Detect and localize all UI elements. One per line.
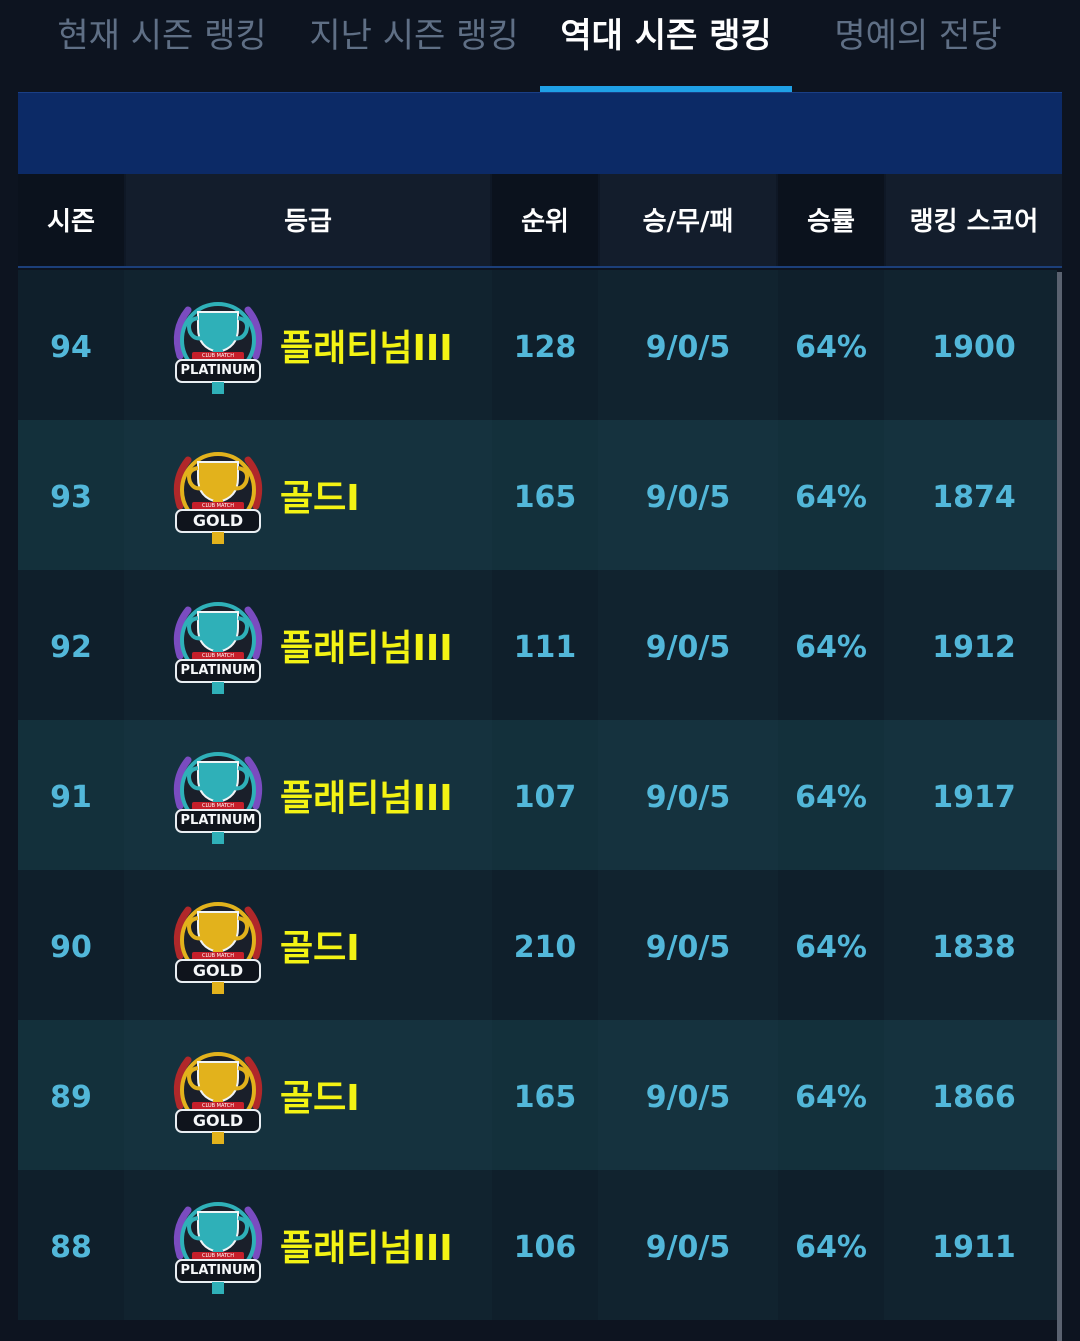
scrollbar[interactable] bbox=[1057, 272, 1062, 1341]
rank-cell: 165 bbox=[492, 1020, 598, 1170]
season-cell: 91 bbox=[18, 720, 124, 870]
grade-cell: GOLD CLUB MATCH 골드I bbox=[126, 420, 490, 570]
season-cell: 88 bbox=[18, 1170, 124, 1320]
tab-all-seasons[interactable]: 역대 시즌 랭킹 bbox=[540, 10, 792, 62]
tab-current-season[interactable]: 현재 시즌 랭킹 bbox=[40, 10, 284, 62]
winrate-cell: 64% bbox=[778, 420, 884, 570]
badge-ribbon-text: CLUB MATCH bbox=[201, 953, 235, 959]
platinum-badge-icon: PLATINUM CLUB MATCH bbox=[166, 1194, 270, 1298]
ranking-score-cell: 1900 bbox=[932, 330, 1016, 365]
ranking-score-cell: 1911 bbox=[932, 1230, 1016, 1265]
winrate-cell: 64% bbox=[778, 270, 884, 420]
header-ranking-score: 랭킹 스코어 bbox=[886, 174, 1062, 266]
rank-cell: 210 bbox=[492, 870, 598, 1020]
wdl-cell: 9/0/5 bbox=[645, 630, 731, 665]
table-header: 시즌 등급 순위 승/무/패 승률 랭킹 스코어 bbox=[18, 174, 1062, 268]
grade-cell: PLATINUM CLUB MATCH 플래티넘III bbox=[126, 720, 490, 870]
platinum-badge-icon: PLATINUM CLUB MATCH bbox=[166, 294, 270, 398]
badge-ribbon-text: CLUB MATCH bbox=[201, 803, 235, 809]
tab-last-season[interactable]: 지난 시즌 랭킹 bbox=[292, 10, 536, 62]
season-cell: 92 bbox=[18, 570, 124, 720]
table-row: 90 210 9/0/5 64% 1838 GOLD CLUB MATCH 골드I bbox=[18, 870, 1057, 1020]
ranking-score-cell: 1912 bbox=[932, 630, 1016, 665]
tab-hall-of-fame[interactable]: 명예의 전당 bbox=[800, 10, 1036, 62]
table-row: 93 165 9/0/5 64% 1874 GOLD CLUB MATCH 골드I bbox=[18, 420, 1057, 570]
wdl-cell: 9/0/5 bbox=[645, 1080, 731, 1115]
season-cell: 90 bbox=[18, 870, 124, 1020]
grade-cell: PLATINUM CLUB MATCH 플래티넘III bbox=[126, 1170, 490, 1320]
grade-label: 플래티넘III bbox=[280, 328, 453, 369]
header-grade: 등급 bbox=[126, 174, 490, 266]
grade-label: 골드I bbox=[280, 928, 360, 969]
winrate-cell: 64% bbox=[778, 870, 884, 1020]
ranking-score-cell: 1838 bbox=[932, 930, 1016, 965]
badge-ribbon-text: CLUB MATCH bbox=[201, 1253, 235, 1259]
header-winrate: 승률 bbox=[778, 174, 884, 266]
grade-cell: PLATINUM CLUB MATCH 플래티넘III bbox=[126, 570, 490, 720]
season-cell: 93 bbox=[18, 420, 124, 570]
gold-badge-icon: GOLD CLUB MATCH bbox=[166, 1044, 270, 1148]
rank-cell: 165 bbox=[492, 420, 598, 570]
season-cell: 89 bbox=[18, 1020, 124, 1170]
wdl-cell: 9/0/5 bbox=[645, 330, 731, 365]
badge-ribbon-text: CLUB MATCH bbox=[201, 353, 235, 359]
platinum-badge-icon: PLATINUM CLUB MATCH bbox=[166, 744, 270, 848]
badge-text: GOLD bbox=[192, 961, 244, 980]
table-row: 89 165 9/0/5 64% 1866 GOLD CLUB MATCH 골드I bbox=[18, 1020, 1057, 1170]
grade-cell: PLATINUM CLUB MATCH 플래티넘III bbox=[126, 270, 490, 420]
header-divider bbox=[18, 266, 1062, 268]
ranking-score-cell: 1874 bbox=[932, 480, 1016, 515]
season-cell: 94 bbox=[18, 270, 124, 420]
wdl-cell: 9/0/5 bbox=[645, 930, 731, 965]
badge-text: PLATINUM bbox=[180, 813, 256, 828]
grade-label: 플래티넘III bbox=[280, 628, 453, 669]
rank-cell: 106 bbox=[492, 1170, 598, 1320]
ranking-score-cell: 1866 bbox=[932, 1080, 1016, 1115]
badge-ribbon-text: CLUB MATCH bbox=[201, 653, 235, 659]
gold-badge-icon: GOLD CLUB MATCH bbox=[166, 894, 270, 998]
winrate-cell: 64% bbox=[778, 720, 884, 870]
header-season: 시즌 bbox=[18, 174, 124, 266]
table-row: 94 128 9/0/5 64% 1900 PLATINUM CLUB MATCH 플래티넘I… bbox=[18, 270, 1057, 420]
banner-strip bbox=[18, 92, 1062, 175]
header-wdl: 승/무/패 bbox=[600, 174, 776, 266]
gold-badge-icon: GOLD CLUB MATCH bbox=[166, 444, 270, 548]
badge-ribbon-text: CLUB MATCH bbox=[201, 503, 235, 509]
platinum-badge-icon: PLATINUM CLUB MATCH bbox=[166, 594, 270, 698]
table-body: 94 128 9/0/5 64% 1900 PLATINUM CLUB MATCH 플래티넘I… bbox=[18, 270, 1057, 1341]
header-rank: 순위 bbox=[492, 174, 598, 266]
winrate-cell: 64% bbox=[778, 570, 884, 720]
table-row: 91 107 9/0/5 64% 1917 PLATINUM CLUB MATCH 플래티넘I… bbox=[18, 720, 1057, 870]
ranking-score-cell: 1917 bbox=[932, 780, 1016, 815]
grade-label: 플래티넘III bbox=[280, 1228, 453, 1269]
wdl-cell: 9/0/5 bbox=[645, 1230, 731, 1265]
wdl-cell: 9/0/5 bbox=[645, 480, 731, 515]
badge-text: PLATINUM bbox=[180, 363, 256, 378]
rank-cell: 128 bbox=[492, 270, 598, 420]
winrate-cell: 64% bbox=[778, 1170, 884, 1320]
table-row: 92 111 9/0/5 64% 1912 PLATINUM CLUB MATCH 플래티넘I… bbox=[18, 570, 1057, 720]
grade-cell: GOLD CLUB MATCH 골드I bbox=[126, 1020, 490, 1170]
grade-label: 골드I bbox=[280, 1078, 360, 1119]
badge-text: PLATINUM bbox=[180, 663, 256, 678]
winrate-cell: 64% bbox=[778, 1020, 884, 1170]
grade-label: 골드I bbox=[280, 478, 360, 519]
wdl-cell: 9/0/5 bbox=[645, 780, 731, 815]
grade-cell: GOLD CLUB MATCH 골드I bbox=[126, 870, 490, 1020]
badge-text: GOLD bbox=[192, 1111, 244, 1130]
badge-text: GOLD bbox=[192, 511, 244, 530]
rank-cell: 111 bbox=[492, 570, 598, 720]
grade-label: 플래티넘III bbox=[280, 778, 453, 819]
table-row: 88 106 9/0/5 64% 1911 PLATINUM CLUB MATCH 플래티넘I… bbox=[18, 1170, 1057, 1320]
badge-text: PLATINUM bbox=[180, 1263, 256, 1278]
rank-cell: 107 bbox=[492, 720, 598, 870]
tab-bar: 현재 시즌 랭킹 지난 시즌 랭킹 역대 시즌 랭킹 명예의 전당 bbox=[0, 0, 1080, 92]
badge-ribbon-text: CLUB MATCH bbox=[201, 1103, 235, 1109]
